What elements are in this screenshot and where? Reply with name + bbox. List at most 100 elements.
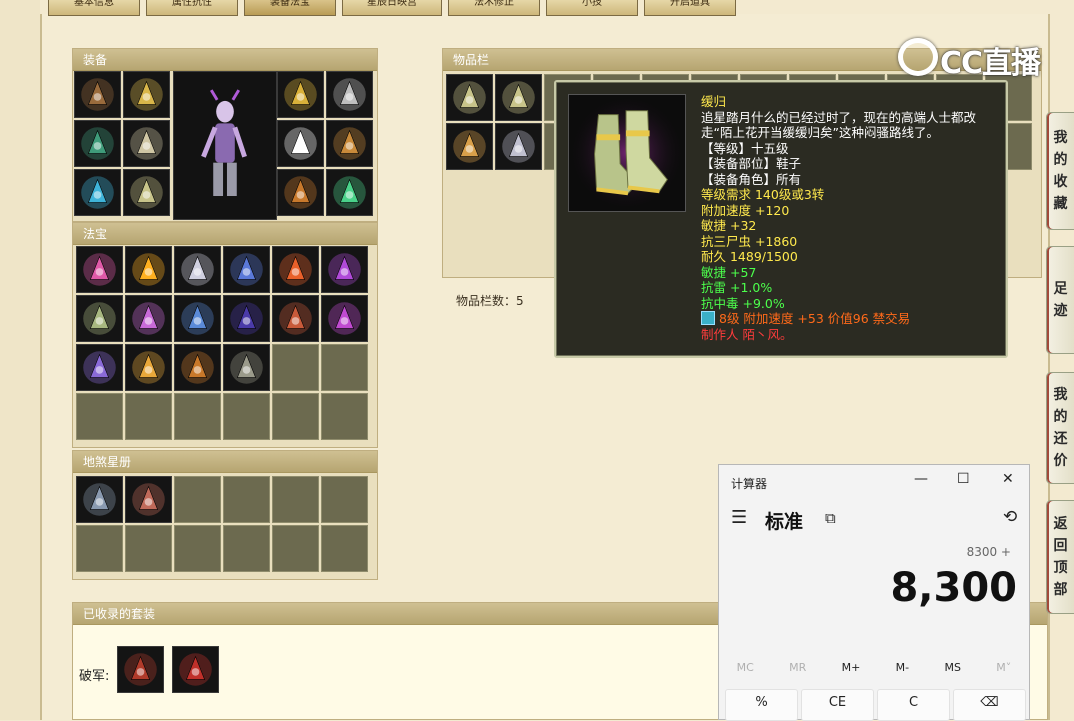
item-slot[interactable] bbox=[277, 120, 324, 167]
sidebar-my-favorites[interactable]: 我 的 收 藏 bbox=[1046, 112, 1074, 230]
item-slot[interactable] bbox=[223, 344, 270, 391]
tooltip-text: 缓归 追星踏月什么的已经过时了，现在的高端人士都改走“陌上花开当缓缓归矣”这种闷… bbox=[701, 94, 1001, 342]
empty-slot[interactable] bbox=[76, 393, 123, 440]
tab-equipment[interactable]: 装备法宝 bbox=[244, 0, 336, 16]
item-slot[interactable] bbox=[125, 246, 172, 293]
tab-star-palace[interactable]: 星辰日映宫 bbox=[342, 0, 442, 16]
item-slot[interactable] bbox=[223, 295, 270, 342]
item-slot[interactable] bbox=[174, 246, 221, 293]
item-slot[interactable] bbox=[326, 120, 373, 167]
m-plus-button[interactable]: M+ bbox=[842, 661, 861, 674]
sidebar-char: 还 bbox=[1053, 431, 1068, 447]
sidebar-back-to-top[interactable]: 返 回 顶 部 bbox=[1046, 500, 1074, 614]
tab-spell-fix[interactable]: 法术修正 bbox=[448, 0, 540, 16]
item-slot[interactable] bbox=[326, 169, 373, 216]
item-slot[interactable] bbox=[172, 646, 219, 693]
item-slot[interactable] bbox=[74, 120, 121, 167]
cc-logo: CC直播 bbox=[940, 46, 1041, 81]
sidebar-footprints[interactable]: 足 迹 bbox=[1046, 246, 1074, 354]
clear-button[interactable]: C bbox=[877, 689, 950, 721]
sidebar-char: 足 bbox=[1053, 281, 1068, 297]
item-slot[interactable] bbox=[125, 295, 172, 342]
empty-slot[interactable] bbox=[174, 393, 221, 440]
item-slot[interactable] bbox=[495, 74, 542, 121]
percent-button[interactable]: % bbox=[725, 689, 798, 721]
item-slot[interactable] bbox=[125, 476, 172, 523]
item-slot[interactable] bbox=[74, 71, 121, 118]
item-slot[interactable] bbox=[326, 71, 373, 118]
backspace-button[interactable]: ⌫ bbox=[953, 689, 1026, 721]
empty-slot[interactable] bbox=[272, 525, 319, 572]
item-slot[interactable] bbox=[272, 246, 319, 293]
sword-icon bbox=[279, 253, 312, 286]
item-slot[interactable] bbox=[277, 71, 324, 118]
empty-slot[interactable] bbox=[321, 344, 368, 391]
tab-basic-info[interactable]: 基本信息 bbox=[48, 0, 140, 16]
maximize-button[interactable]: ☐ bbox=[957, 471, 970, 487]
close-button[interactable]: ✕ bbox=[1002, 471, 1014, 487]
sidebar-char: 我 bbox=[1053, 387, 1068, 403]
item-slot[interactable] bbox=[495, 123, 542, 170]
item-slot[interactable] bbox=[277, 169, 324, 216]
scroll-icon bbox=[83, 351, 116, 384]
history-icon[interactable]: ⟲ bbox=[1003, 507, 1017, 527]
m-minus-button[interactable]: M- bbox=[896, 661, 909, 674]
clear-entry-button[interactable]: CE bbox=[801, 689, 874, 721]
item-slot[interactable] bbox=[446, 123, 493, 170]
empty-slot[interactable] bbox=[174, 476, 221, 523]
item-slot[interactable] bbox=[174, 344, 221, 391]
item-slot[interactable] bbox=[123, 120, 170, 167]
ms-button[interactable]: MS bbox=[944, 661, 960, 674]
item-slot[interactable] bbox=[321, 246, 368, 293]
item-slot[interactable] bbox=[446, 74, 493, 121]
character-portrait bbox=[173, 71, 277, 220]
empty-slot[interactable] bbox=[125, 393, 172, 440]
item-slot[interactable] bbox=[123, 71, 170, 118]
tooltip-gem: 8级 附加速度 +53 价值96 禁交易 bbox=[701, 311, 1001, 327]
empty-slot[interactable] bbox=[174, 525, 221, 572]
empty-slot[interactable] bbox=[223, 525, 270, 572]
tooltip-role: 【装备角色】所有 bbox=[701, 171, 802, 187]
item-slot[interactable] bbox=[76, 246, 123, 293]
item-slot[interactable] bbox=[223, 246, 270, 293]
empty-slot[interactable] bbox=[321, 393, 368, 440]
item-slot[interactable] bbox=[76, 344, 123, 391]
empty-slot[interactable] bbox=[272, 393, 319, 440]
item-slot[interactable] bbox=[76, 295, 123, 342]
item-slot[interactable] bbox=[76, 476, 123, 523]
treasure-slots bbox=[76, 246, 368, 440]
empty-slot[interactable] bbox=[321, 476, 368, 523]
empty-slot[interactable] bbox=[125, 525, 172, 572]
tab-open-items[interactable]: 开启道具 bbox=[644, 0, 736, 16]
item-slot[interactable] bbox=[272, 295, 319, 342]
item-slot[interactable] bbox=[174, 295, 221, 342]
empty-slot[interactable] bbox=[223, 393, 270, 440]
tooltip-description: 追星踏月什么的已经过时了，现在的高端人士都改走“陌上花开当缓缓归矣”这种闷骚路线… bbox=[701, 109, 977, 141]
tab-attributes[interactable]: 属性抗性 bbox=[146, 0, 238, 16]
mr-button[interactable]: MR bbox=[789, 661, 806, 674]
tooltip-level: 【等级】十五级 bbox=[701, 140, 789, 156]
menu-icon[interactable]: ☰ bbox=[731, 507, 747, 528]
item-slot[interactable] bbox=[117, 646, 164, 693]
empty-slot[interactable] bbox=[76, 525, 123, 572]
item-slot[interactable] bbox=[123, 169, 170, 216]
stars-title: 地煞星册 bbox=[73, 451, 377, 473]
left-margin bbox=[0, 0, 40, 720]
item-slot[interactable] bbox=[321, 295, 368, 342]
sidebar-my-offers[interactable]: 我 的 还 价 bbox=[1046, 372, 1074, 484]
keep-on-top-icon[interactable]: ⧉ bbox=[825, 509, 836, 527]
memory-list-button[interactable]: M˅ bbox=[996, 661, 1011, 674]
mc-button[interactable]: MC bbox=[737, 661, 754, 674]
tooltip-item-name: 缓归 bbox=[701, 94, 727, 109]
helmet-icon bbox=[284, 127, 317, 160]
empty-slot[interactable] bbox=[321, 525, 368, 572]
fan-icon bbox=[230, 351, 263, 384]
minimize-button[interactable]: — bbox=[914, 471, 928, 487]
empty-slot[interactable] bbox=[272, 476, 319, 523]
claw-icon bbox=[328, 253, 361, 286]
item-slot[interactable] bbox=[125, 344, 172, 391]
tab-skills[interactable]: 小技 bbox=[546, 0, 638, 16]
item-slot[interactable] bbox=[74, 169, 121, 216]
empty-slot[interactable] bbox=[272, 344, 319, 391]
empty-slot[interactable] bbox=[223, 476, 270, 523]
